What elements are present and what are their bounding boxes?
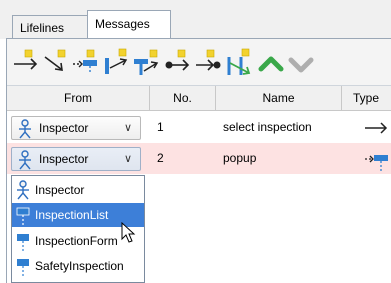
column-header-from[interactable]: From <box>7 86 150 111</box>
tab-bar: Lifelines Messages <box>0 0 391 40</box>
dropdown-item-label: SafetyInspection <box>35 259 124 273</box>
messages-panel: Lifelines Messages From No. Name Type In… <box>0 0 391 283</box>
chevron-down-icon[interactable]: ∨ <box>124 148 132 170</box>
mouse-cursor-icon <box>121 222 136 243</box>
dropdown-item-label: InspectionForm <box>35 234 118 248</box>
add-found-message-icon[interactable] <box>163 47 193 77</box>
move-down-icon[interactable] <box>286 47 316 77</box>
from-combo[interactable]: Inspector ∨ <box>11 116 141 140</box>
message-name[interactable]: popup <box>223 143 256 174</box>
dropdown-item-label: Inspector <box>35 183 85 197</box>
add-message-arrow-icon[interactable] <box>11 47 41 77</box>
boundary-icon <box>17 234 29 251</box>
column-header-no[interactable]: No. <box>150 86 216 111</box>
add-lifeline-return-icon[interactable] <box>131 47 161 77</box>
from-combo-active[interactable]: Inspector ∨ <box>11 147 141 171</box>
add-create-message-icon[interactable] <box>71 47 101 77</box>
message-number: 1 <box>157 120 164 134</box>
table-row[interactable]: Inspector ∨ 1 select inspection <box>7 112 391 143</box>
tab-lifelines[interactable]: Lifelines <box>12 15 88 39</box>
table-header: From No. Name Type <box>7 86 391 111</box>
message-name[interactable]: select inspection <box>223 112 312 143</box>
from-value: Inspector <box>39 121 89 135</box>
sync-arrow-icon <box>364 112 391 143</box>
dropdown-item-safetyinspection[interactable]: SafetyInspection <box>12 254 144 278</box>
boundary-icon <box>17 259 29 276</box>
create-message-icon <box>364 143 391 174</box>
table-row-selected[interactable]: Inspector ∨ 2 popup <box>7 143 391 174</box>
column-header-name[interactable]: Name <box>216 86 342 111</box>
dropdown-item-label: InspectionList <box>35 208 109 222</box>
actor-icon <box>19 119 31 139</box>
chevron-down-icon[interactable]: ∨ <box>124 117 132 139</box>
add-return-message-icon[interactable] <box>101 47 131 77</box>
dropdown-item-inspector[interactable]: Inspector <box>12 178 144 202</box>
actor-icon <box>17 180 29 200</box>
boundary-icon <box>16 207 30 225</box>
add-self-message-icon[interactable] <box>41 47 71 77</box>
message-number: 2 <box>157 151 164 165</box>
tab-messages[interactable]: Messages <box>87 10 171 40</box>
add-reply-message-icon[interactable] <box>223 47 253 77</box>
column-header-type[interactable]: Type <box>342 86 391 111</box>
actor-icon <box>19 150 31 170</box>
toolbar <box>7 39 391 86</box>
move-up-icon[interactable] <box>256 47 286 77</box>
add-lost-message-icon[interactable] <box>193 47 223 77</box>
from-value: Inspector <box>39 152 89 166</box>
